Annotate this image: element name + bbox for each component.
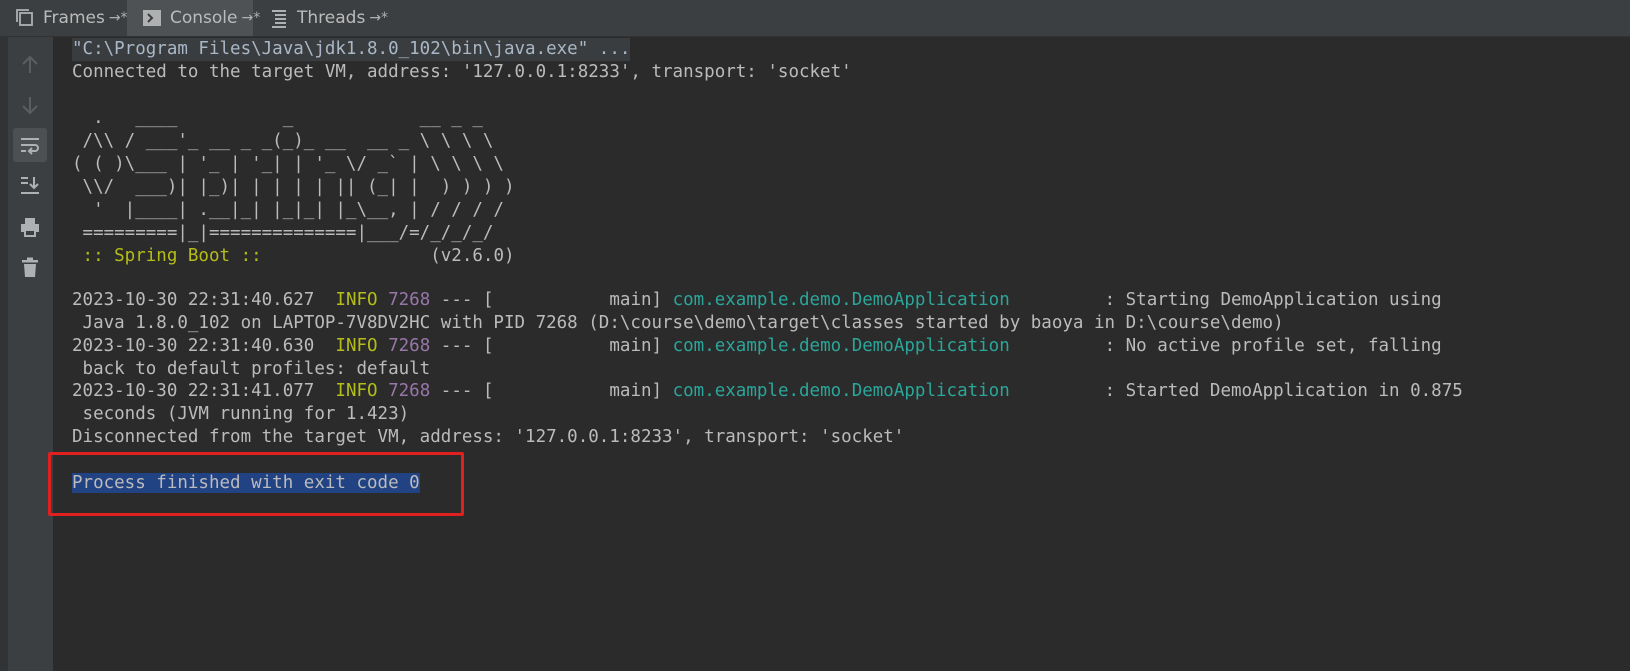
spring-banner-line: . ____ _ __ _ _ <box>72 108 483 128</box>
spring-banner-line: ' |____| .__|_| |_|_| |_\__, | / / / / <box>72 200 504 220</box>
frames-icon <box>15 8 35 28</box>
tab-console-label: Console <box>170 8 238 28</box>
log-pid: 7268 <box>388 381 431 401</box>
down-arrow-icon <box>22 97 38 115</box>
trash-icon <box>22 257 38 277</box>
tab-console[interactable]: Console →* <box>127 0 260 36</box>
print-button[interactable] <box>13 210 47 244</box>
tab-threads[interactable]: Threads →* <box>254 0 388 36</box>
log-thread: --- [ main] <box>430 290 673 310</box>
tab-frames-pin[interactable]: →* <box>109 10 128 26</box>
annotation-highlight-box <box>48 452 464 516</box>
log-timestamp: 2023-10-30 22:31:40.630 <box>72 336 315 356</box>
connected-message: Connected to the target VM, address: '12… <box>72 62 852 82</box>
soft-wrap-button[interactable] <box>13 128 47 162</box>
log-message: : No active profile set, falling <box>1009 336 1442 356</box>
log-line: 2023-10-30 22:31:40.630 INFO 7268 --- [ … <box>72 335 1442 358</box>
print-icon <box>21 218 39 237</box>
log-thread: --- [ main] <box>430 381 673 401</box>
spring-boot-version-line: :: Spring Boot :: (v2.6.0) <box>72 245 515 268</box>
tab-threads-pin[interactable]: →* <box>369 10 388 26</box>
command-line: "C:\Program Files\Java\jdk1.8.0_102\bin\… <box>72 38 631 61</box>
log-logger: com.example.demo.DemoApplication <box>672 381 1010 401</box>
console-toolbar <box>0 37 53 671</box>
spring-boot-label: :: Spring Boot :: <box>72 246 273 266</box>
log-timestamp: 2023-10-30 22:31:40.627 <box>72 290 315 310</box>
log-pid: 7268 <box>388 290 431 310</box>
spring-banner-line: =========|_|==============|___/=/_/_/_/ <box>72 223 494 243</box>
log-level: INFO <box>335 336 378 356</box>
console-output[interactable]: "C:\Program Files\Java\jdk1.8.0_102\bin\… <box>53 37 1630 671</box>
spring-banner-line: \\/ ___)| |_)| | | | | || (_| | ) ) ) ) <box>72 177 515 197</box>
scroll-to-end-button[interactable] <box>13 168 47 202</box>
tab-threads-label: Threads <box>297 8 366 28</box>
soft-wrap-icon <box>21 138 39 155</box>
spring-banner-line: /\\ / ___'_ __ _ _(_)_ __ __ _ \ \ \ \ <box>72 131 494 151</box>
log-timestamp: 2023-10-30 22:31:41.077 <box>72 381 315 401</box>
log-pid: 7268 <box>388 336 431 356</box>
log-line: 2023-10-30 22:31:40.627 INFO 7268 --- [ … <box>72 289 1442 312</box>
log-continuation: seconds (JVM running for 1.423) <box>72 404 410 424</box>
disconnected-message: Disconnected from the target VM, address… <box>72 427 905 447</box>
log-level: INFO <box>335 290 378 310</box>
log-message: : Started DemoApplication in 0.875 <box>1009 381 1463 401</box>
log-level: INFO <box>335 381 378 401</box>
log-logger: com.example.demo.DemoApplication <box>672 290 1010 310</box>
up-arrow-icon <box>22 55 38 73</box>
up-arrow-button[interactable] <box>13 48 47 82</box>
log-thread: --- [ main] <box>430 336 673 356</box>
log-line: 2023-10-30 22:31:41.077 INFO 7268 --- [ … <box>72 380 1463 403</box>
debug-tab-bar: Frames →* Console →* Threads →* <box>0 0 1630 37</box>
log-continuation: back to default profiles: default <box>72 359 431 379</box>
threads-icon <box>269 8 289 28</box>
gutter-edge <box>0 37 8 671</box>
log-logger: com.example.demo.DemoApplication <box>672 336 1010 356</box>
log-message: : Starting DemoApplication using <box>1009 290 1442 310</box>
debug-tool-window: Frames →* Console →* Threads →* "C:\Prog… <box>0 0 1630 671</box>
spring-banner-line: ( ( )\___ | '_ | '_| | '_ \/ _` | \ \ \ … <box>72 154 504 174</box>
scroll-to-end-icon <box>21 177 39 194</box>
console-icon <box>142 8 162 28</box>
tab-frames-label: Frames <box>43 8 105 28</box>
spring-boot-version: (v2.6.0) <box>272 246 515 266</box>
down-arrow-button[interactable] <box>13 88 47 122</box>
log-continuation: Java 1.8.0_102 on LAPTOP-7V8DV2HC with P… <box>72 313 1284 333</box>
tab-frames[interactable]: Frames →* <box>0 0 128 36</box>
clear-all-button[interactable] <box>13 250 47 284</box>
